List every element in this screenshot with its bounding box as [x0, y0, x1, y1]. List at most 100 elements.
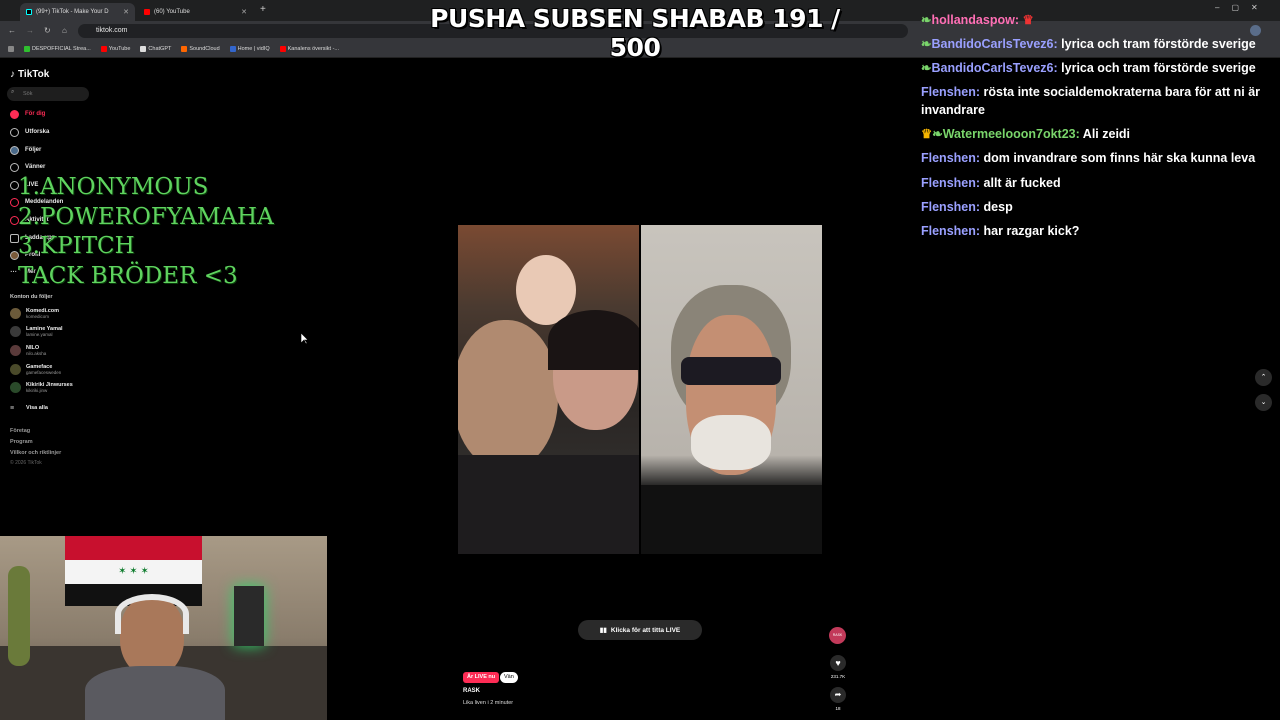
friends-icon [10, 162, 19, 172]
like-count: 231.7K [830, 674, 846, 679]
beard-shape [691, 415, 771, 470]
face-shape [516, 255, 576, 325]
new-tab-button[interactable]: + [260, 4, 266, 15]
chat-message: Flenshen: allt är fucked [921, 176, 1061, 190]
copyright: © 2026 TikTok [10, 460, 42, 466]
bookmark-item[interactable]: Home | vidIQ [229, 46, 270, 52]
sunglasses-shape [681, 357, 781, 385]
avatar [10, 325, 21, 337]
donor-line: TACK BRÖDER <3 [18, 263, 238, 289]
webcam-overlay: ✶ ✶ ✶ [0, 536, 327, 720]
search-icon: ⌕ [11, 89, 15, 95]
account-item[interactable]: Lamine Yamal lamine.yamal [10, 323, 63, 339]
badge-icon: ❧ [921, 61, 932, 75]
watch-live-button[interactable]: ▮▮ Klicka för att titta LIVE [578, 620, 702, 640]
youtube-icon [144, 9, 150, 15]
compass-icon [10, 127, 19, 137]
clothing-shape [641, 485, 822, 554]
glowing-object-shape [234, 586, 264, 646]
live-bars-icon: ▮▮ [599, 627, 607, 634]
avatar [10, 344, 21, 356]
forward-icon[interactable]: → [26, 26, 34, 35]
apps-icon[interactable] [8, 46, 14, 52]
avatar [10, 381, 21, 393]
nav-for-you[interactable]: För dig [10, 108, 45, 120]
badge-icon: ❧ [921, 37, 932, 51]
donor-line: 3.KPITCH [18, 233, 135, 259]
reload-icon[interactable]: ↻ [44, 26, 51, 35]
clothing-shape [458, 455, 639, 554]
donor-line: 1.ANONYMOUS [18, 174, 209, 200]
nav-friends[interactable]: Vänner [10, 161, 45, 173]
flag-stripe: ✶ ✶ ✶ [65, 560, 202, 584]
chevron-up-icon: ⌃ [1260, 374, 1267, 381]
stream-goal-title: PUSHA SUBSEN SHABAB 191 / 500 [430, 4, 840, 62]
nav-explore[interactable]: Utforska [10, 126, 49, 138]
footer-link[interactable]: Program [10, 439, 33, 445]
tiktok-logo[interactable]: ♪ TikTok [10, 69, 49, 80]
avatar [10, 307, 21, 319]
heart-icon: ♥ [835, 658, 841, 668]
share-icon: ➦ [834, 690, 842, 699]
url-text: tiktok.com [96, 27, 128, 34]
chat-message: Flenshen: rösta inte socialdemokraterna … [921, 85, 1261, 117]
following-icon [10, 145, 19, 155]
account-item[interactable]: NILO nilo.aksha [10, 342, 46, 358]
tiktok-icon [26, 9, 32, 15]
mouse-cursor-icon [301, 333, 309, 345]
back-icon[interactable]: ← [8, 26, 16, 35]
chat-message: ♛❧Watermeelooon7okt23: Ali zeidi [921, 127, 1131, 141]
share-button[interactable]: ➦ [830, 687, 846, 703]
accounts-header: Konton du följer [10, 294, 53, 300]
headphones-icon [115, 594, 189, 634]
video-left-panel [458, 225, 639, 554]
footer-link[interactable]: Villkor och riktlinjer [10, 450, 61, 456]
tab-label: (99+) TikTok - Make Your D [36, 9, 109, 15]
close-icon[interactable]: ✕ [241, 8, 247, 16]
emote-icon: ♛ [1022, 13, 1034, 27]
account-item[interactable]: Gameface gamefacesweden [10, 361, 61, 377]
creator-name[interactable]: RASK [463, 688, 480, 694]
hair-shape [548, 310, 639, 370]
footer-link[interactable]: Företag [10, 428, 30, 434]
account-item[interactable]: Kikiriki Jinwurses kikiriki.jinw [10, 379, 73, 395]
donor-line: 2.POWEROFYAMAHA [18, 204, 274, 230]
chat-message: ❧hollandaspow: ♛ [921, 13, 1034, 27]
bookmark-item[interactable]: YouTube [100, 46, 130, 52]
badge-icon: ❧ [932, 127, 943, 141]
clothing-shape [85, 666, 225, 720]
bookmark-item[interactable]: Kanalens översikt -... [279, 46, 339, 52]
tab-tiktok[interactable]: (99+) TikTok - Make Your D ✕ [20, 3, 135, 21]
share-count: 18 [835, 706, 841, 711]
avatar [10, 363, 21, 375]
nav-following[interactable]: Följer [10, 144, 41, 156]
account-item[interactable]: Komedi.com komedicom [10, 305, 59, 321]
face-shape [458, 320, 558, 470]
chat-message: Flenshen: dom invandrare som finns här s… [921, 151, 1256, 165]
home-icon [10, 109, 19, 119]
bookmark-item[interactable]: DESPOFFICIAL Strea... [24, 46, 91, 52]
friend-badge: Vän [500, 672, 518, 683]
chat-message: ❧BandidoCarlsTevez6: lyrica och tram för… [921, 37, 1256, 51]
previous-video-button[interactable]: ⌃ [1255, 369, 1272, 386]
profile-avatar[interactable]: RASK [829, 627, 846, 644]
like-button[interactable]: ♥ [830, 655, 846, 671]
home-icon[interactable]: ⌂ [62, 26, 67, 35]
tiktok-icon: ♪ [10, 69, 15, 80]
chat-message: Flenshen: har razgar kick? [921, 224, 1080, 238]
close-icon[interactable]: ✕ [123, 8, 129, 16]
next-video-button[interactable]: ⌄ [1255, 394, 1272, 411]
show-all-link[interactable]: ≡ Visa alla [10, 400, 48, 416]
list-icon: ≡ [10, 404, 15, 412]
chat-message: Flenshen: desp [921, 200, 1013, 214]
skateboard-shape [8, 566, 30, 666]
search-input[interactable]: ⌕ Sök [7, 87, 89, 101]
crown-icon: ♛ [921, 127, 933, 141]
video-caption: Lika liven i 2 minuter [463, 700, 514, 706]
bookmark-item[interactable]: ChatGPT [140, 46, 171, 52]
live-video[interactable] [458, 225, 822, 554]
video-right-panel [641, 225, 822, 554]
tab-label: (60) YouTube [154, 9, 190, 15]
tab-youtube[interactable]: (60) YouTube ✕ [138, 3, 253, 21]
bookmark-item[interactable]: SoundCloud [181, 46, 220, 52]
